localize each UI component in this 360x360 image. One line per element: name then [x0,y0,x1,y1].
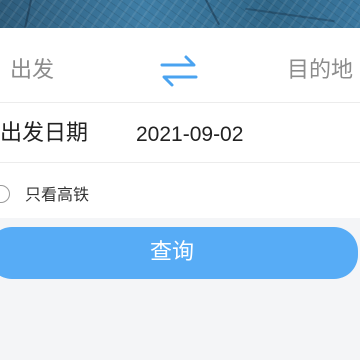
high-speed-only-label[interactable]: 只看高铁 [25,183,89,207]
departure-date-label: 出发日期 [0,121,89,146]
departure-date-value[interactable]: 2021-09-02 [136,120,243,150]
header-banner-image [0,0,360,28]
train-ticket-search-screen: 出发 目的地 出发日期 2021-09-02 只看高铁 查询 [0,0,360,360]
departure-station-field[interactable]: 出发 [10,56,54,86]
arrival-station-field[interactable]: 目的地 [287,56,353,86]
swap-arrows-icon[interactable] [158,53,200,89]
divider [0,162,360,163]
query-button[interactable]: 查询 [0,227,358,279]
divider [0,102,360,103]
query-button-label: 查询 [149,240,194,265]
